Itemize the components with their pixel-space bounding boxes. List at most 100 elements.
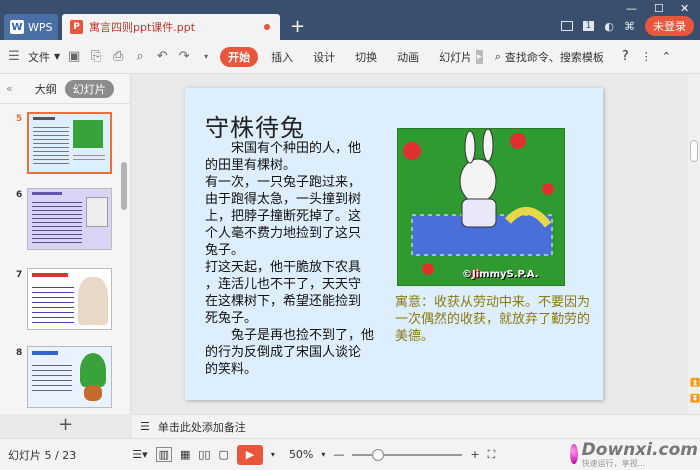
- body-line: 的田里有棵树。: [205, 158, 297, 173]
- tab-transition[interactable]: 切换: [348, 49, 384, 65]
- export-pdf-icon[interactable]: ⎘: [88, 49, 104, 65]
- panel-tabs: « 大纲 幻灯片: [0, 74, 130, 104]
- tab-document-label: 寓言四则ppt课件.ppt: [89, 21, 196, 34]
- body-line: ，连活儿也不干了，天天守: [205, 277, 362, 292]
- file-menu-label: 文件: [28, 50, 50, 64]
- canvas-scroll-thumb[interactable]: [690, 140, 698, 162]
- body-line: 上，把脖子撞断死掉了。这: [205, 209, 362, 224]
- login-button[interactable]: 未登录: [645, 16, 694, 36]
- slide-sorter-icon[interactable]: ▦: [180, 448, 190, 461]
- body-line: 死兔子。: [205, 311, 258, 326]
- tab-outline[interactable]: 大纲: [35, 81, 57, 97]
- redo-icon[interactable]: ↷: [176, 49, 192, 65]
- unsaved-dot-icon: [264, 24, 270, 30]
- slide-thumbnail[interactable]: [27, 268, 112, 330]
- zoom-options-icon[interactable]: ▾: [321, 450, 325, 459]
- slide[interactable]: 守株待兔 宋国有个种田的人，他 的田里有棵树。 有一次，一只兔子跑过来， 由于跑…: [185, 88, 603, 400]
- body-line: 打这天起，他干脆放下农具: [205, 260, 362, 275]
- zoom-in-icon[interactable]: +: [470, 448, 479, 461]
- zoom-slider[interactable]: [352, 448, 463, 461]
- zoom-level[interactable]: 50%: [289, 448, 313, 461]
- slide-panel: « 大纲 幻灯片 5 6 7 8 +: [0, 74, 131, 435]
- chevron-down-icon: ▼: [54, 52, 61, 61]
- tab-slides[interactable]: 幻灯片: [64, 79, 114, 98]
- tab-start[interactable]: 开始: [220, 46, 259, 67]
- rabbit-cartoon-image[interactable]: ©JimmyS.P.A.: [397, 128, 565, 286]
- file-menu-button[interactable]: 文件 ▼: [28, 49, 60, 65]
- slide-body-text[interactable]: 宋国有个种田的人，他 的田里有棵树。 有一次，一只兔子跑过来， 由于跑得太急，一…: [205, 140, 385, 378]
- watermark-text: Downxi.com: [581, 439, 698, 460]
- slide-thumbnail[interactable]: [27, 112, 112, 174]
- print-icon[interactable]: ⎙: [110, 49, 126, 65]
- tab-animation[interactable]: 动画: [390, 49, 426, 65]
- tab-document[interactable]: P 寓言四则ppt课件.ppt: [62, 14, 280, 40]
- print-preview-icon[interactable]: ⌕: [132, 49, 148, 65]
- slide-moral-text[interactable]: 寓意：收获从劳动中来。不要因为一次偶然的收获，就放弃了勤劳的美德。: [395, 294, 591, 345]
- undo-icon[interactable]: ↶: [154, 49, 170, 65]
- more-icon[interactable]: ⋮: [641, 50, 652, 63]
- slide-thumb-row[interactable]: 7: [0, 268, 121, 338]
- prev-slide-icon[interactable]: ⏫: [690, 378, 700, 387]
- body-line: 个人毫不费力地捡到了这只: [205, 226, 362, 241]
- play-options-icon[interactable]: ▾: [271, 450, 275, 459]
- quick-access-chevron-icon[interactable]: ▾: [198, 49, 214, 65]
- tab-insert[interactable]: 插入: [264, 49, 300, 65]
- slide-title[interactable]: 守株待兔: [205, 108, 305, 143]
- slide-number: 7: [16, 270, 23, 280]
- slide-number: 5: [16, 114, 23, 124]
- image-copyright-caption: ©JimmyS.P.A.: [462, 269, 539, 280]
- menu-icon[interactable]: ☰: [6, 49, 22, 65]
- site-watermark: Downxi.com 快速运行，享视...: [570, 438, 698, 470]
- slide-thumbnail[interactable]: [27, 346, 112, 408]
- tab-slideshow[interactable]: 幻灯片: [432, 49, 470, 65]
- maximize-button[interactable]: ☐: [654, 2, 664, 15]
- notes-toggle-icon[interactable]: ☰▾: [132, 448, 147, 461]
- next-slide-icon[interactable]: ⏬: [690, 394, 700, 403]
- notes-bar[interactable]: ☰ 单击此处添加备注: [132, 414, 700, 438]
- notification-badge[interactable]: 1: [582, 21, 595, 31]
- notes-placeholder[interactable]: 单击此处添加备注: [158, 419, 246, 435]
- fit-window-icon[interactable]: ⛶: [488, 448, 496, 462]
- notes-icon: ☰: [140, 420, 150, 433]
- tab-wps-home[interactable]: W WPS: [4, 14, 58, 40]
- collapse-ribbon-icon[interactable]: ⌃: [662, 50, 671, 63]
- minimize-button[interactable]: —: [626, 2, 637, 15]
- window-layout-icon[interactable]: [560, 21, 573, 31]
- play-slideshow-button[interactable]: ▶: [236, 444, 263, 465]
- wps-logo-icon: W: [10, 20, 24, 34]
- close-button[interactable]: ✕: [680, 2, 689, 15]
- zoom-slider-handle[interactable]: [372, 448, 385, 461]
- body-line: 宋国有个种田的人，他: [205, 141, 362, 156]
- slide-thumbnail[interactable]: [27, 188, 112, 250]
- slide-thumb-row[interactable]: 8: [0, 346, 121, 416]
- canvas-scrollbar[interactable]: ⏫ ⏬: [688, 74, 700, 414]
- reading-view-icon[interactable]: ▯▯: [198, 448, 210, 461]
- zoom-out-icon[interactable]: —: [333, 448, 344, 461]
- ribbon-toolbar: ☰ 文件 ▼ ▣ ⎘ ⎙ ⌕ ↶ ↷ ▾ 开始 插入 设计 切换 动画 幻灯片 …: [0, 40, 700, 74]
- save-icon[interactable]: ▣: [66, 49, 82, 65]
- body-line: 兔子。: [205, 243, 245, 258]
- search-icon: ⌕: [494, 49, 501, 63]
- notes-view-icon[interactable]: ▢: [219, 448, 229, 461]
- new-tab-button[interactable]: +: [290, 14, 305, 40]
- slide-thumb-row[interactable]: 6: [0, 188, 121, 258]
- tab-design[interactable]: 设计: [306, 49, 342, 65]
- slide-counter: 幻灯片 5 / 23: [8, 448, 77, 462]
- skin-icon[interactable]: ◐: [604, 20, 614, 33]
- title-bar: W WPS P 寓言四则ppt课件.ppt + 1 ◐ ⌘ 未登录 — ☐ ✕: [0, 0, 700, 40]
- ribbon-scroll-right-icon[interactable]: ▸: [476, 49, 483, 64]
- body-line: 的笑料。: [205, 362, 258, 377]
- command-search[interactable]: ⌕ 查找命令、搜索模板: [495, 49, 604, 65]
- add-slide-button[interactable]: +: [0, 414, 131, 435]
- panel-scrollbar[interactable]: [121, 162, 127, 210]
- ppt-file-icon: P: [70, 20, 83, 34]
- body-line: 在这棵树下，希望还能捡到: [205, 294, 362, 309]
- share-icon[interactable]: ⌘: [624, 20, 635, 33]
- body-line: 的行为反倒成了宋国人谈论: [205, 345, 362, 360]
- help-icon[interactable]: ?: [622, 49, 629, 64]
- collapse-panel-icon[interactable]: «: [6, 82, 13, 95]
- slide-number: 8: [16, 348, 23, 358]
- body-line: 有一次，一只兔子跑过来，: [205, 175, 362, 190]
- normal-view-icon[interactable]: ▥: [155, 447, 172, 462]
- slide-thumb-row[interactable]: 5: [0, 112, 121, 182]
